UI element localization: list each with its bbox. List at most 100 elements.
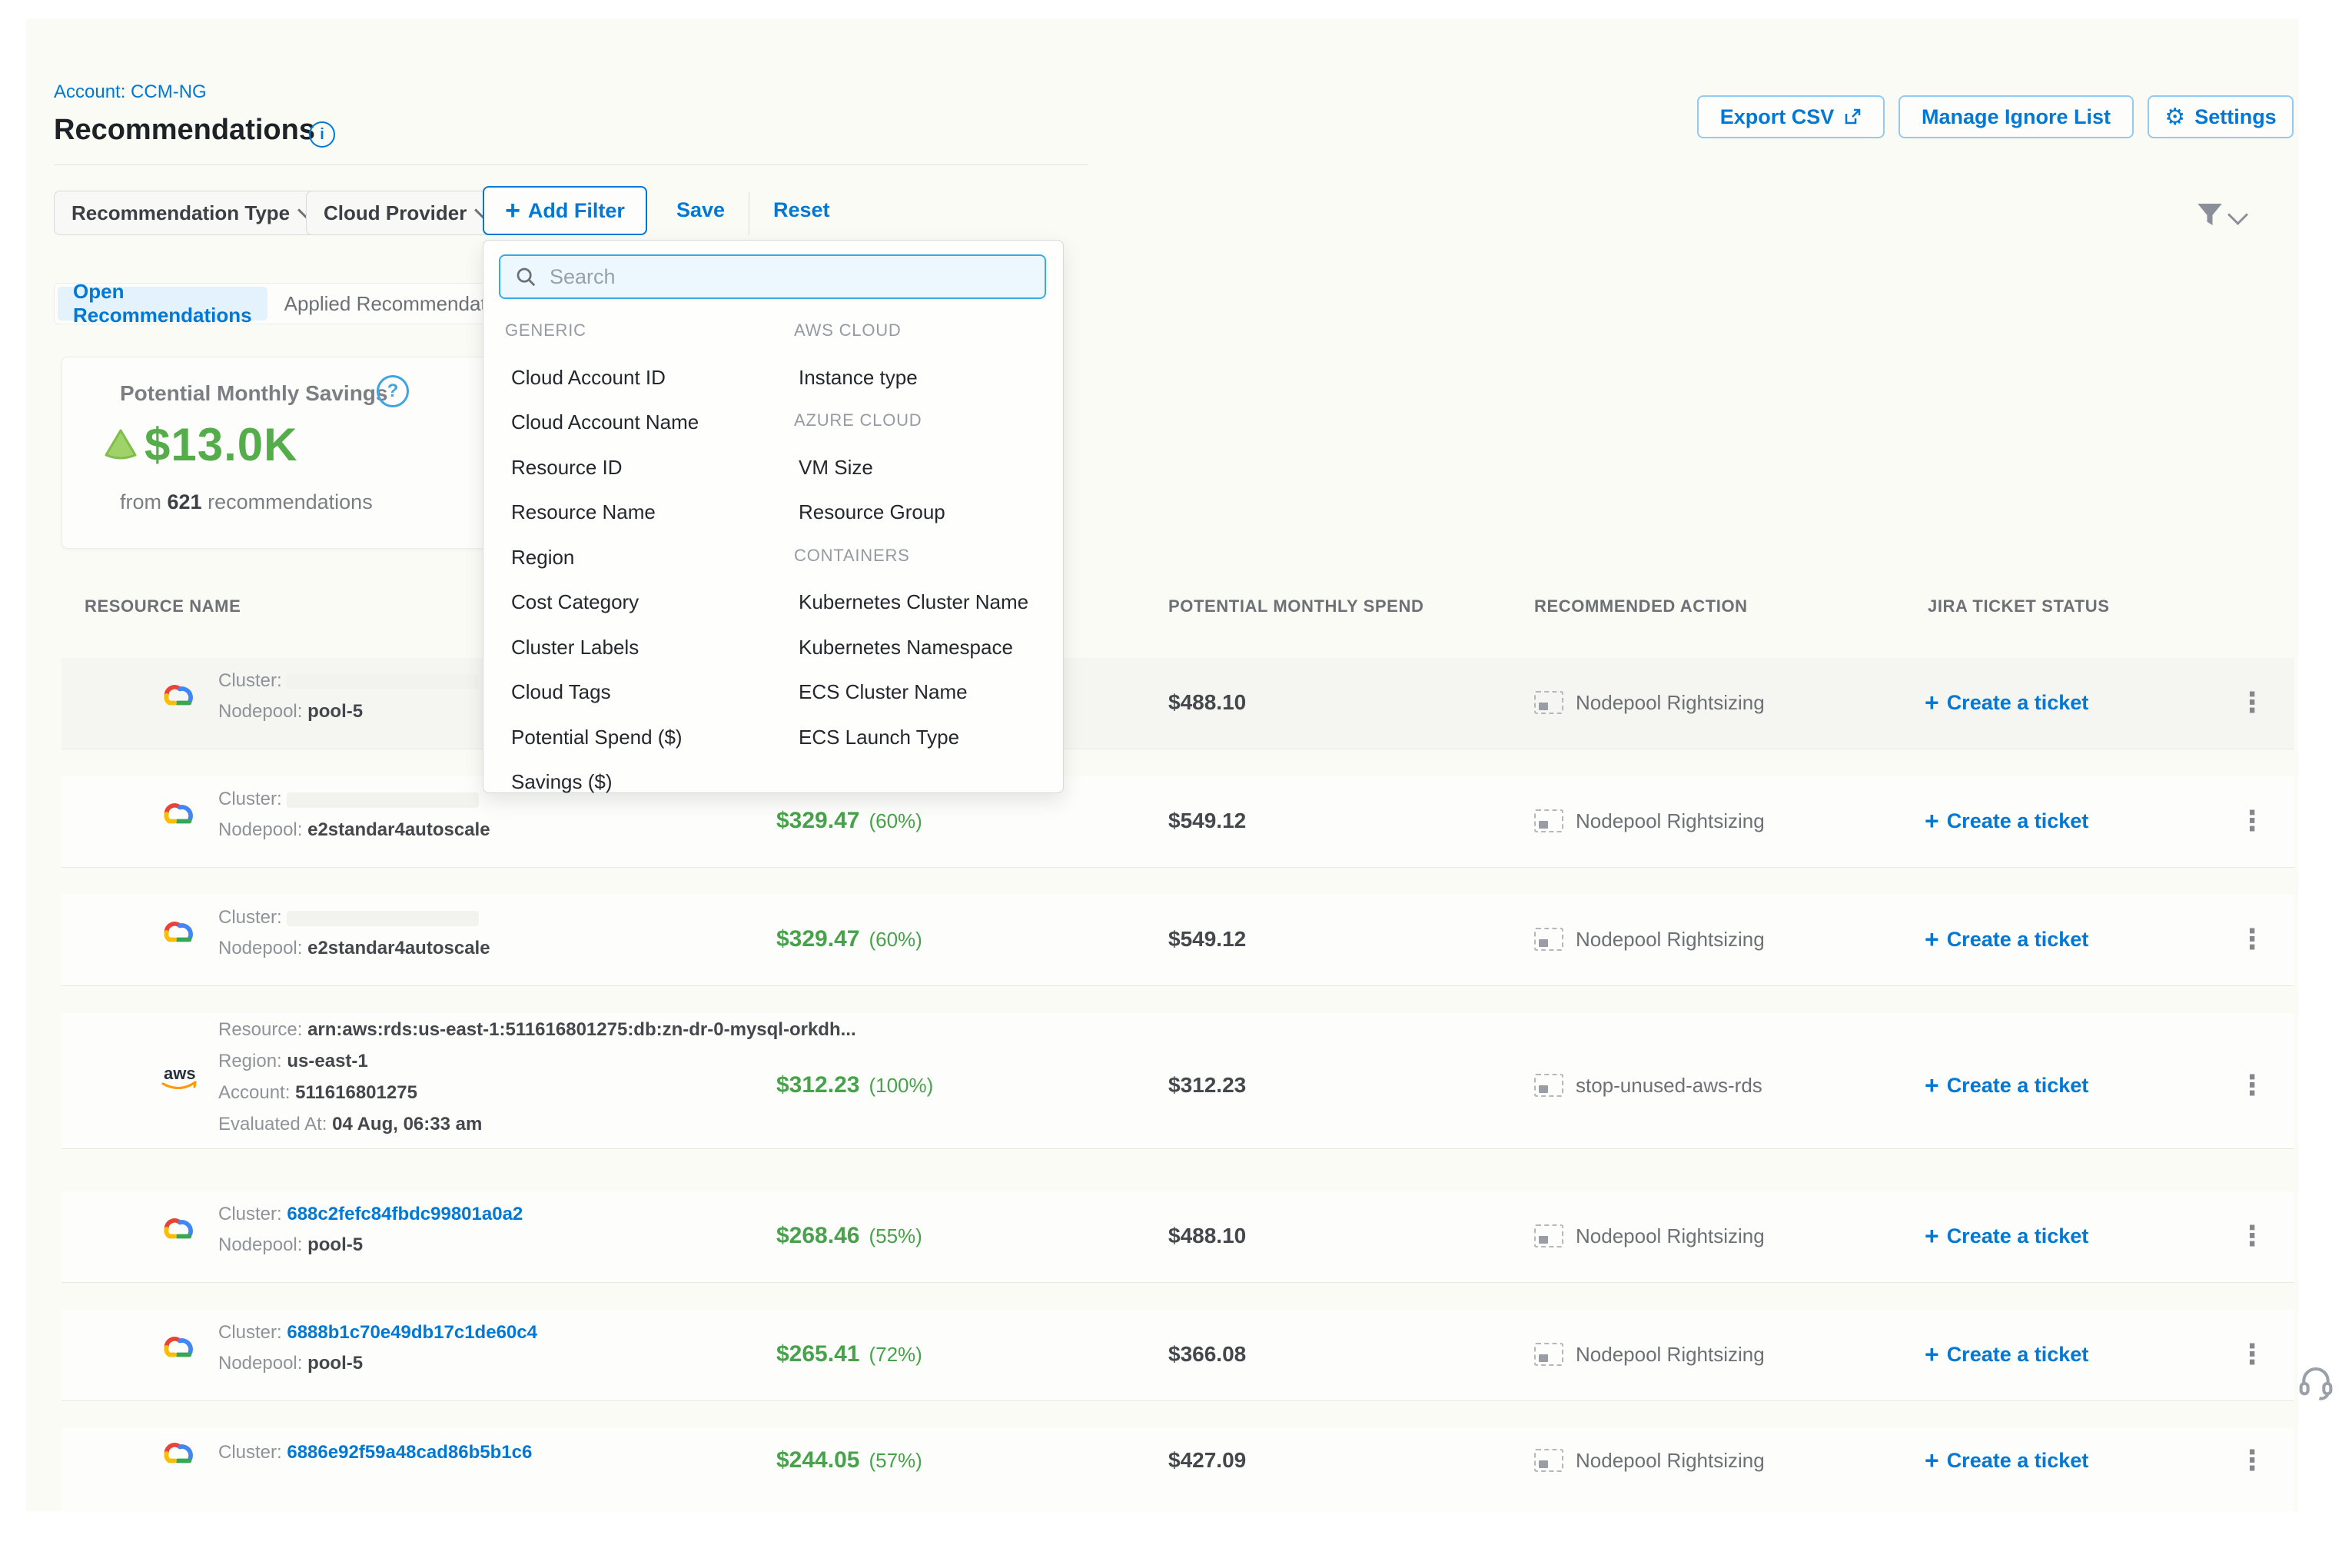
settings-label: Settings [2194,105,2277,129]
filter-option[interactable]: Region [511,546,574,570]
cluster-link[interactable]: 688c2fefc84fbdc99801a0a2 [287,1204,523,1224]
search-input[interactable] [548,264,1045,290]
table-row[interactable]: Cluster: Nodepool: e2standar4autoscale$3… [61,895,2294,986]
info-icon[interactable]: i [309,121,335,148]
cluster-link[interactable]: 6888b1c70e49db17c1de60c4 [287,1322,537,1343]
table-row[interactable]: Cluster: Nodepool: e2standar4autoscale$3… [61,776,2294,868]
filter-option[interactable]: Instance type [799,366,918,390]
resource-detail-value: pool-5 [307,701,363,722]
filter-option[interactable]: Resource Name [511,500,656,524]
table-row[interactable]: Cluster: 688c2fefc84fbdc99801a0a2 Nodepoo… [61,1191,2294,1283]
plus-icon: + [1925,1447,1939,1475]
breadcrumb-account-link[interactable]: Account: CCM-NG [54,81,207,103]
table-row[interactable]: Cluster: Nodepool: pool-5$488.10Nodepool… [61,658,2294,749]
headset-icon[interactable] [2295,1362,2337,1404]
table-row[interactable]: Cluster: 6886e92f59a48cad86b5b1c6$244.05… [61,1428,2294,1512]
filter-option[interactable]: Resource ID [511,456,623,480]
gcp-icon [160,916,195,947]
reset-filter-button[interactable]: Reset [773,198,830,222]
savings-percent: (72%) [869,1343,922,1367]
row-kebab-menu[interactable]: ⋮ [2238,1439,2269,1482]
resource-detail-label: Cluster: [218,1442,287,1463]
resource-detail-line: Cluster: [218,907,479,929]
recommended-action-cell: Nodepool Rightsizing [1534,1214,1888,1257]
filter-option[interactable]: Cloud Tags [511,680,611,704]
filter-option[interactable]: Potential Spend ($) [511,726,683,749]
cluster-link[interactable]: 6886e92f59a48cad86b5b1c6 [287,1442,532,1463]
filter-option[interactable]: Cloud Account Name [511,410,699,434]
export-csv-button[interactable]: Export CSV [1697,95,1885,138]
recommendation-type-filter[interactable]: Recommendation Type [54,191,333,235]
create-ticket-button[interactable]: +Create a ticket [1925,1064,2155,1107]
resource-detail-line: Nodepool: e2standar4autoscale [218,938,490,959]
save-filter-button[interactable]: Save [676,198,725,222]
spend-value: $488.10 [1168,690,1246,715]
resource-detail-line: Nodepool: pool-5 [218,1234,363,1256]
kebab-menu-icon: ⋮ [2238,1071,2266,1099]
question-icon[interactable]: ? [377,375,409,407]
filter-option[interactable]: Kubernetes Namespace [799,636,1013,659]
filter-option[interactable]: Savings ($) [511,770,613,794]
column-header-recommended-action: RECOMMENDED ACTION [1534,596,1748,616]
filter-option[interactable]: ECS Launch Type [799,726,959,749]
table-row[interactable]: awsResource: arn:aws:rds:us-east-1:51161… [61,1013,2294,1149]
row-kebab-menu[interactable]: ⋮ [2238,1214,2269,1257]
cloud-provider-filter[interactable]: Cloud Provider [306,191,510,235]
monthly-spend-cell: $549.12 [1168,799,1399,842]
filter-option[interactable]: Resource Group [799,500,945,524]
row-kebab-menu[interactable]: ⋮ [2238,918,2269,961]
filter-option[interactable]: VM Size [799,456,873,480]
filter-option[interactable]: Kubernetes Cluster Name [799,590,1028,614]
resource-detail-label: Cluster: [218,1204,287,1224]
manage-ignore-list-button[interactable]: Manage Ignore List [1899,95,2134,138]
create-ticket-button[interactable]: +Create a ticket [1925,1214,2155,1257]
tab-open-recommendations[interactable]: Open Recommendations [58,287,267,321]
create-ticket-label: Create a ticket [1947,1449,2089,1473]
resource-detail-line: Resource: arn:aws:rds:us-east-1:51161680… [218,1019,856,1041]
recommended-action-cell: Nodepool Rightsizing [1534,799,1888,842]
spend-value: $488.10 [1168,1224,1246,1248]
dropdown-search[interactable] [499,254,1046,299]
rightsizing-icon [1534,691,1563,714]
page-title: Recommendations [54,114,315,147]
savings-subtitle: from 621 recommendations [120,490,373,514]
filter-option[interactable]: Cluster Labels [511,636,639,659]
row-kebab-menu[interactable]: ⋮ [2238,1333,2269,1376]
recommended-action-label: stop-unused-aws-rds [1576,1074,1762,1098]
savings-percent: (57%) [869,1449,922,1473]
add-filter-button[interactable]: + Add Filter [483,186,647,235]
create-ticket-button[interactable]: + Create a ticket [1925,1439,2155,1482]
recommended-action-cell: Nodepool Rightsizing [1534,1439,1888,1482]
tab-applied-recommendations[interactable]: Applied Recommendatio [267,292,519,316]
row-kebab-menu[interactable]: ⋮ [2238,799,2269,842]
create-ticket-button[interactable]: +Create a ticket [1925,681,2155,724]
filter-funnel-button[interactable] [2194,198,2245,231]
row-kebab-menu[interactable]: ⋮ [2238,1064,2269,1107]
row-kebab-menu[interactable]: ⋮ [2238,681,2269,724]
rightsizing-icon [1534,1343,1563,1366]
create-ticket-button[interactable]: +Create a ticket [1925,1333,2155,1376]
filter-option[interactable]: Cost Category [511,590,639,614]
resource-detail-value: 511616801275 [295,1082,417,1103]
resource-detail-value: pool-5 [307,1353,363,1374]
resource-detail-label: Nodepool: [218,938,307,958]
column-header-resource-name: RESOURCE NAME [85,596,241,616]
filter-option[interactable]: Cloud Account ID [511,366,666,390]
create-ticket-button[interactable]: +Create a ticket [1925,918,2155,961]
right-margin [2298,0,2352,1568]
settings-button[interactable]: ⚙ Settings [2148,95,2294,138]
footer-margin [0,1511,2352,1568]
column-header-jira-ticket-status: JIRA TICKET STATUS [1928,596,2110,616]
savings-sub-prefix: from [120,490,161,513]
table-row[interactable]: Cluster: 6888b1c70e49db17c1de60c4Nodepoo… [61,1310,2294,1401]
kebab-menu-icon: ⋮ [2238,925,2266,953]
rightsizing-icon [1534,1074,1563,1097]
recommended-action-cell: Nodepool Rightsizing [1534,1333,1888,1376]
resource-detail-label: Cluster: [218,670,287,691]
monthly-spend-cell: $549.12 [1168,918,1399,961]
create-ticket-button[interactable]: +Create a ticket [1925,799,2155,842]
recommended-action-label: Nodepool Rightsizing [1576,1343,1765,1367]
filter-section-label: AWS CLOUD [794,321,902,341]
kebab-menu-icon: ⋮ [2238,1447,2266,1474]
filter-option[interactable]: ECS Cluster Name [799,680,968,704]
